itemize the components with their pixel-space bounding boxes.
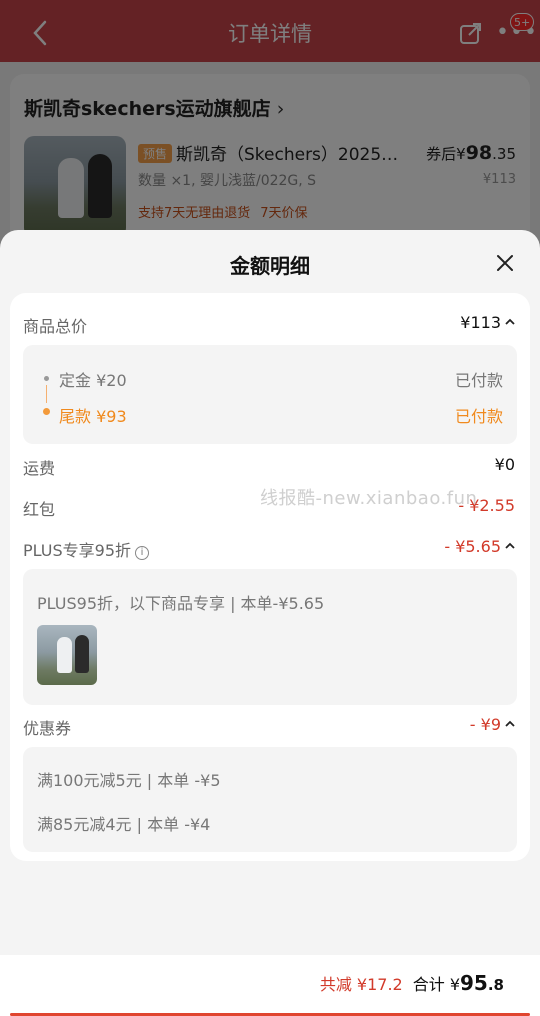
shipping-value: ¥0: [494, 455, 515, 474]
coupon-detail-box: 满100元减5元 | 本单 -¥5 满85元减4元 | 本单 -¥4: [23, 747, 517, 852]
watermark: 线报酷-new.xianbao.fun: [260, 488, 478, 509]
coupon-label: 优惠券: [23, 719, 72, 738]
chevron-up-icon[interactable]: [503, 315, 517, 329]
red-packet-label: 红包: [23, 500, 56, 519]
total-int: 95: [460, 971, 488, 995]
plus-discount-label-wrap: PLUS专享95折 i: [23, 537, 149, 561]
coupon-item: 满85元减4元 | 本单 -¥4: [37, 815, 211, 834]
plus-desc: PLUS95折，以下商品专享 | 本单-¥5.65: [37, 594, 325, 613]
close-icon[interactable]: [490, 248, 520, 278]
coupon-row[interactable]: 优惠券 - ¥9: [23, 715, 517, 739]
amount-detail-sheet: 金额明细 商品总价 ¥113 定金 ¥20 已付款 尾款 ¥93 已付款 运费 …: [0, 230, 540, 1016]
shipping-label: 运费: [23, 459, 56, 478]
plus-detail-box: PLUS95折，以下商品专享 | 本单-¥5.65: [23, 569, 517, 705]
timeline-dot-active-icon: [43, 408, 50, 415]
plus-discount-row[interactable]: PLUS专享95折 i - ¥5.65: [23, 537, 517, 561]
deposit-label: 定金 ¥20: [59, 371, 127, 390]
timeline-dot-icon: [44, 376, 49, 381]
sheet-title: 金额明细: [230, 254, 310, 278]
amount-detail-card: 商品总价 ¥113 定金 ¥20 已付款 尾款 ¥93 已付款 运费 ¥0 红包…: [10, 293, 530, 861]
timeline-line: [46, 385, 47, 403]
plus-discount-value: - ¥5.65: [444, 537, 501, 556]
balance-label: 尾款 ¥93: [59, 407, 127, 426]
total-footer: 共减 ¥17.2 合计 ¥95.8: [0, 955, 540, 1016]
payment-breakdown: 定金 ¥20 已付款 尾款 ¥93 已付款: [23, 345, 517, 444]
total-dec: .8: [487, 976, 504, 994]
chevron-up-icon[interactable]: [503, 539, 517, 553]
footer-summary: 共减 ¥17.2 合计 ¥95.8: [320, 971, 504, 995]
total-label: 合计 ¥: [412, 975, 461, 994]
plus-discount-label: PLUS专享95折: [23, 541, 131, 560]
total-goods-row[interactable]: 商品总价 ¥113: [23, 313, 517, 337]
balance-status: 已付款: [454, 407, 503, 426]
info-icon[interactable]: i: [135, 546, 149, 560]
shipping-row: 运费 ¥0: [23, 455, 517, 479]
total-goods-label: 商品总价: [23, 317, 88, 336]
coupon-value: - ¥9: [469, 715, 501, 734]
chevron-up-icon[interactable]: [503, 717, 517, 731]
total-saving: 共减 ¥17.2: [319, 975, 403, 994]
product-thumbnail[interactable]: [37, 625, 97, 685]
coupon-item: 满100元减5元 | 本单 -¥5: [37, 771, 221, 790]
deposit-status: 已付款: [454, 371, 503, 390]
total-goods-value: ¥113: [460, 313, 501, 332]
